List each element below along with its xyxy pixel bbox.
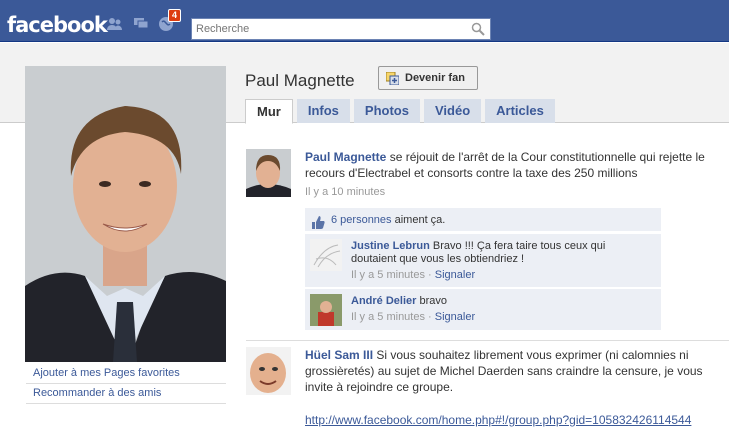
search-box (191, 18, 491, 40)
profile-photo[interactable] (25, 66, 226, 362)
comment-time: Il y a 5 minutes (351, 269, 425, 281)
profile-tabs: Mur Infos Photos Vidéo Articles (245, 99, 559, 124)
search-icon[interactable] (471, 22, 485, 36)
search-input[interactable] (192, 19, 462, 39)
add-to-favorites-link[interactable]: Ajouter à mes Pages favorites (26, 364, 226, 384)
comment-body: André Delier bravo Il y a 5 minutes · Si… (351, 295, 651, 324)
facebook-logo[interactable]: facebook (7, 13, 108, 37)
notification-badge: 4 (168, 9, 182, 22)
comment-author[interactable]: André Delier (351, 295, 416, 307)
comment: André Delier bravo Il y a 5 minutes · Si… (305, 288, 661, 330)
likes-bar: 6 personnes aiment ça. (305, 208, 661, 232)
messages-icon[interactable] (132, 15, 150, 33)
tab-mur[interactable]: Mur (245, 99, 293, 124)
tab-infos[interactable]: Infos (296, 99, 350, 123)
fan-icon (385, 71, 400, 86)
commenter-avatar[interactable] (310, 239, 342, 271)
post-body: Hüel Sam III Si vous souhaitez librement… (305, 347, 729, 395)
post-body: Paul Magnette se réjouit de l'arrêt de l… (305, 149, 729, 200)
comment: Justine Lebrun Bravo !!! Ça fera taire t… (305, 233, 661, 287)
report-link[interactable]: Signaler (435, 311, 475, 323)
post-divider (246, 340, 729, 341)
tab-articles[interactable]: Articles (485, 99, 555, 123)
commenter-avatar[interactable] (310, 294, 342, 326)
tab-photos[interactable]: Photos (353, 99, 420, 123)
post-author[interactable]: Hüel Sam III (305, 348, 373, 362)
author-avatar[interactable] (246, 149, 291, 197)
author-avatar[interactable] (246, 347, 291, 395)
become-fan-label: Devenir fan (405, 72, 465, 84)
comment-time: Il y a 5 minutes (351, 311, 425, 323)
post-author[interactable]: Paul Magnette (305, 150, 386, 164)
tab-video[interactable]: Vidéo (423, 99, 482, 123)
likes-count-link[interactable]: 6 personnes (331, 214, 392, 226)
comment-meta: Il y a 5 minutes · Signaler (351, 311, 476, 323)
comment-author[interactable]: Justine Lebrun (351, 240, 430, 252)
likes-text: aiment ça. (394, 214, 446, 226)
top-bar: facebook 4 (0, 0, 729, 42)
report-link[interactable]: Signaler (435, 269, 475, 281)
group-link[interactable]: http://www.facebook.com/home.php#!/group… (305, 413, 729, 427)
friends-icon[interactable] (106, 15, 124, 33)
become-fan-button[interactable]: Devenir fan (378, 66, 478, 90)
comment-text: bravo (419, 295, 448, 307)
comment-meta: Il y a 5 minutes · Signaler (351, 269, 476, 281)
recommend-to-friends-link[interactable]: Recommander à des amis (26, 384, 226, 404)
side-links: Ajouter à mes Pages favorites Recommande… (26, 364, 226, 404)
comment-body: Justine Lebrun Bravo !!! Ça fera taire t… (351, 240, 651, 282)
page-title: Paul Magnette (245, 71, 355, 90)
post-time: Il y a 10 minutes (305, 186, 386, 198)
thumbs-up-icon (312, 214, 325, 229)
